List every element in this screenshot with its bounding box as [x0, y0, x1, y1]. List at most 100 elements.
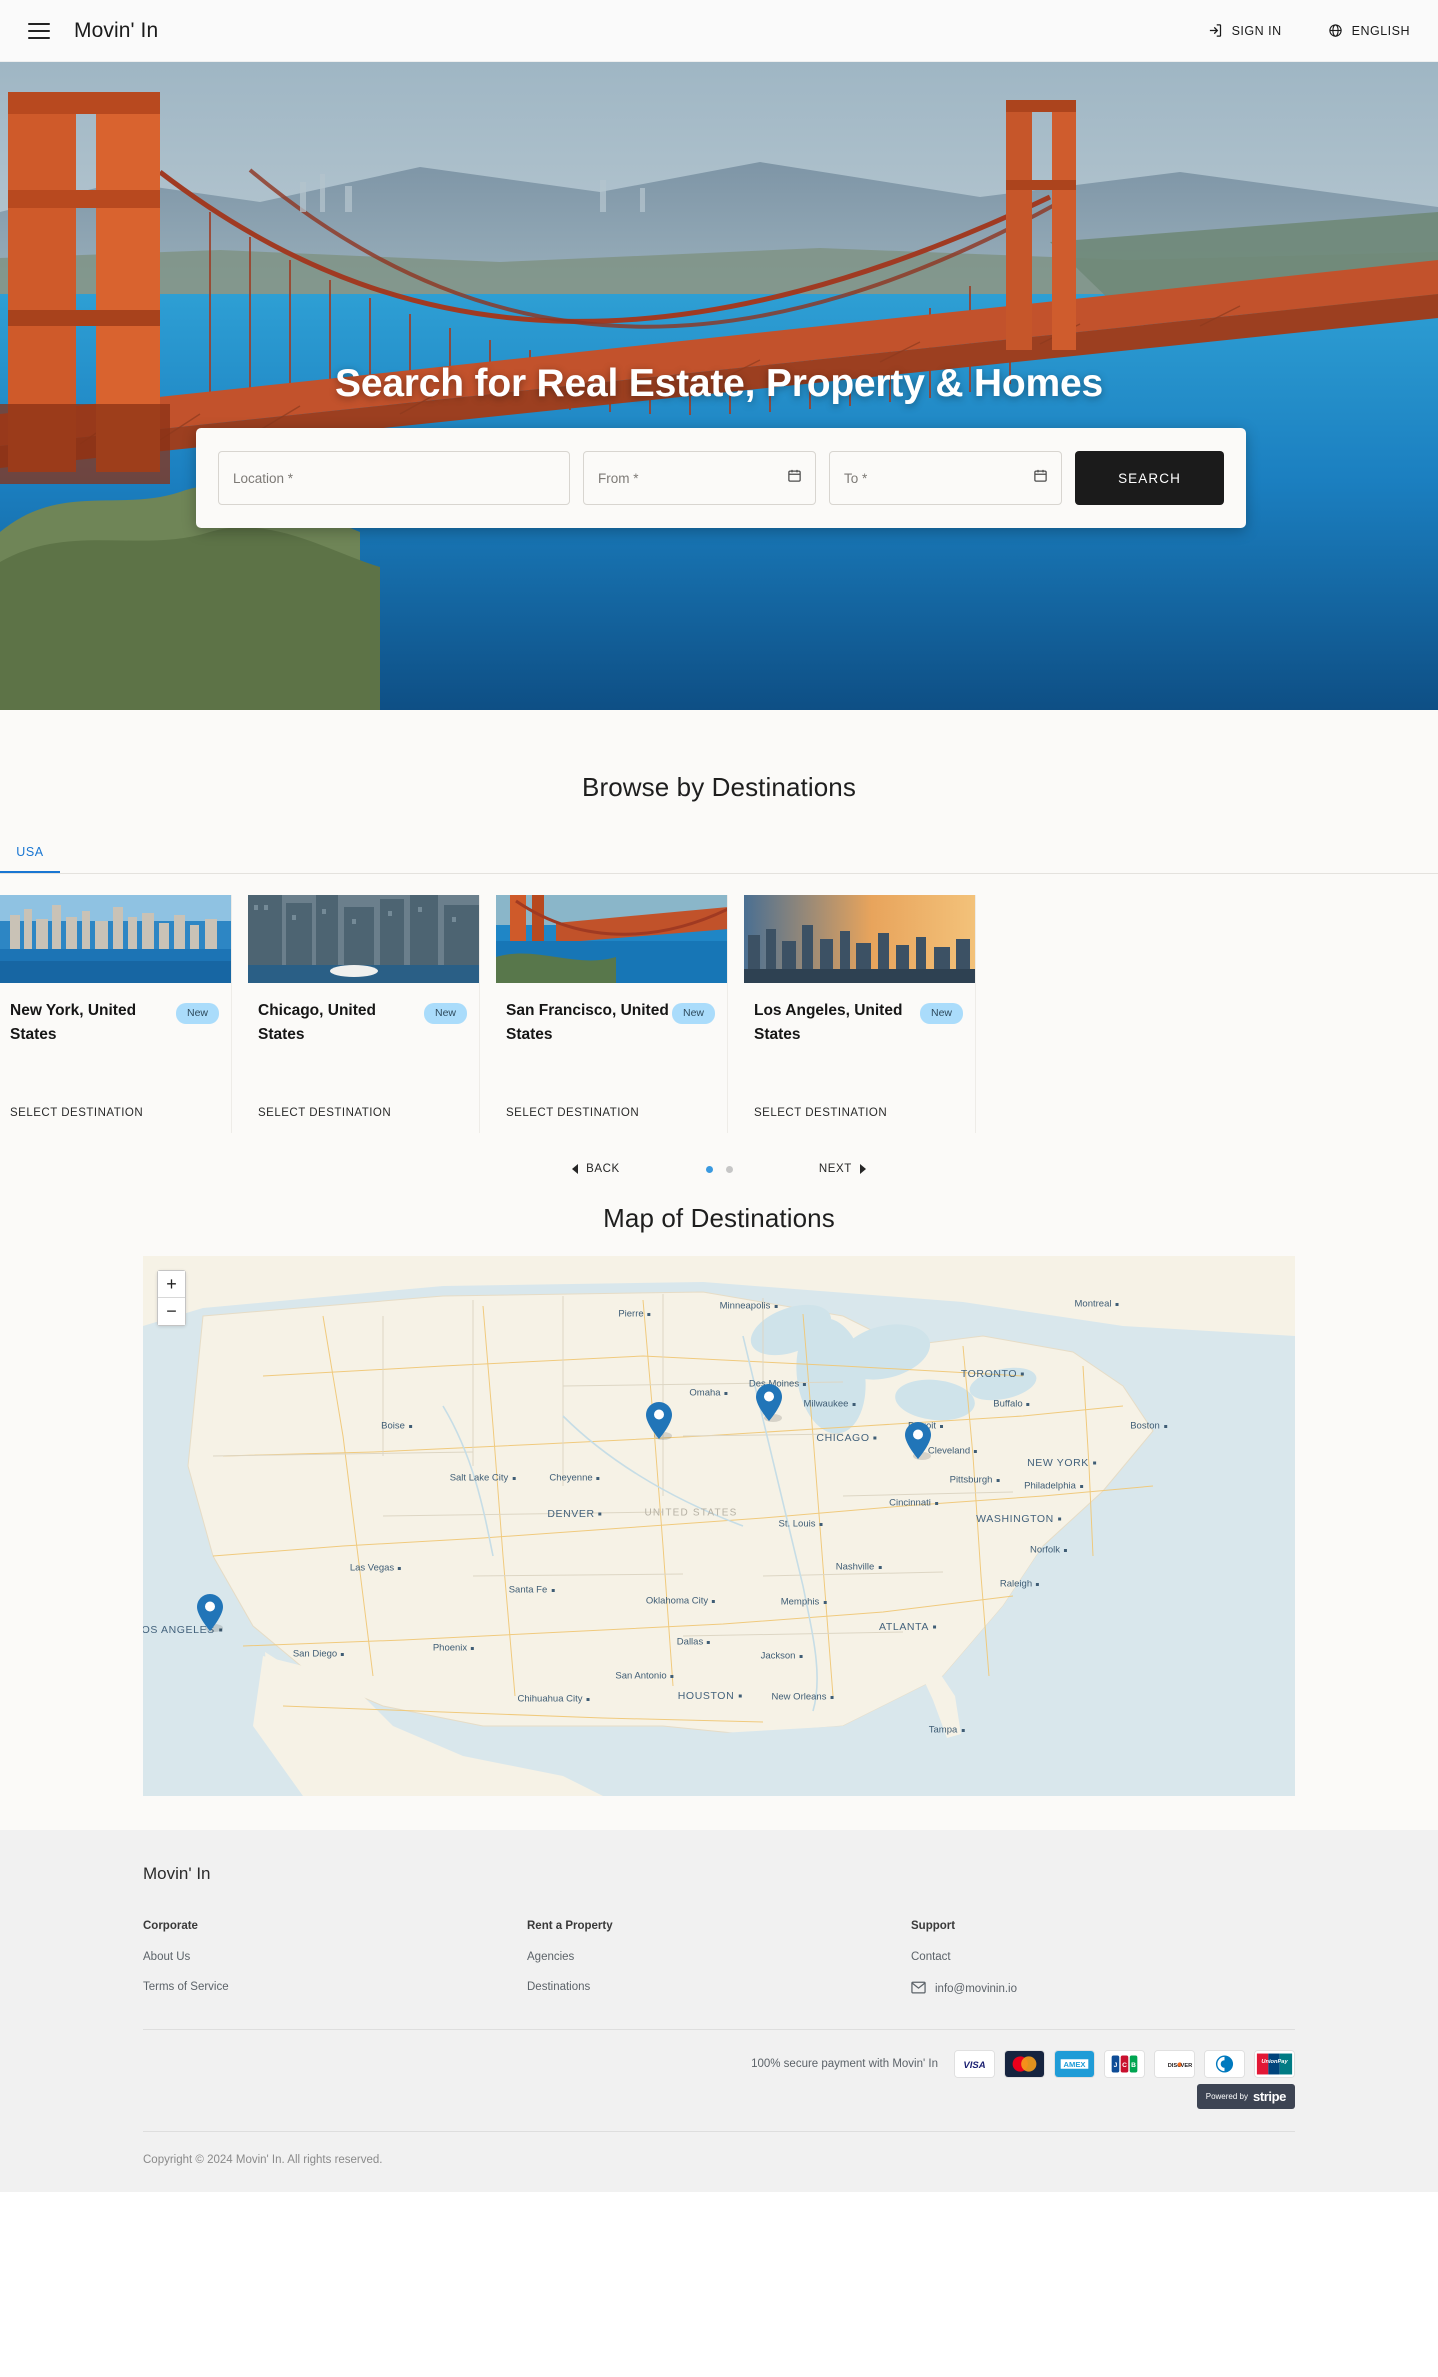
- footer-link-terms-of-service[interactable]: Terms of Service: [143, 1981, 527, 1993]
- map-city-label: Dallas: [676, 1636, 704, 1648]
- hero-section: Search for Real Estate, Property & Homes: [0, 62, 1438, 710]
- hamburger-menu-icon[interactable]: [28, 22, 50, 39]
- login-icon: [1208, 23, 1223, 38]
- destination-image: [0, 895, 231, 983]
- footer-link-agencies[interactable]: Agencies: [527, 1951, 911, 1963]
- svg-text:B: B: [1131, 2062, 1136, 2069]
- map-city-label: Las Vegas: [349, 1562, 395, 1574]
- carousel-dot-1[interactable]: [705, 1165, 713, 1173]
- footer-email-text: info@movinin.io: [935, 1983, 1017, 1995]
- stripe-badge-row: Powered by stripe: [143, 2084, 1295, 2131]
- cleveland-marker[interactable]: [755, 1383, 783, 1428]
- header-actions: SIGN IN ENGLISH: [1208, 23, 1410, 38]
- map-city-label: Philadelphia: [1024, 1480, 1076, 1492]
- destination-card[interactable]: Los Angeles, United States New SELECT DE…: [744, 895, 976, 1133]
- chevron-right-icon: [859, 1164, 866, 1174]
- map-zoom-controls: + −: [157, 1270, 186, 1326]
- destination-card[interactable]: New York, United States New SELECT DESTI…: [0, 895, 232, 1133]
- sign-in-button[interactable]: SIGN IN: [1208, 23, 1282, 38]
- calendar-icon[interactable]: [1033, 468, 1048, 489]
- svg-text:C: C: [1122, 2062, 1127, 2069]
- top-header: Movin' In SIGN IN ENGLISH: [0, 0, 1438, 62]
- footer-link-contact[interactable]: Contact: [911, 1951, 1295, 1963]
- map-city-label: UNITED STATES: [644, 1507, 738, 1519]
- hero-title: Search for Real Estate, Property & Homes: [335, 362, 1103, 405]
- destinations-map[interactable]: + − MontrealTORONTOBuffaloBostonDetroitC…: [143, 1256, 1295, 1796]
- language-button[interactable]: ENGLISH: [1328, 23, 1410, 38]
- location-field[interactable]: [218, 451, 570, 505]
- status-badge: New: [423, 1003, 467, 1024]
- footer-heading: Corporate: [143, 1920, 198, 1932]
- footer-email-link[interactable]: info@movinin.io: [911, 1981, 1295, 1997]
- secure-payment-note: 100% secure payment with Movin' In: [751, 2058, 938, 2070]
- map-city-label: San Diego: [292, 1648, 338, 1660]
- footer-link-destinations[interactable]: Destinations: [527, 1981, 911, 1993]
- to-date-field[interactable]: [829, 451, 1062, 505]
- footer-heading: Support: [911, 1920, 956, 1932]
- map-city-label: HOUSTON: [677, 1690, 735, 1702]
- map-city-label: New Orleans: [771, 1691, 827, 1703]
- footer-link-about-us[interactable]: About Us: [143, 1951, 527, 1963]
- map-city-label: St. Louis: [778, 1518, 816, 1530]
- location-input[interactable]: [233, 470, 555, 486]
- carousel-dot-2[interactable]: [725, 1165, 733, 1173]
- next-label: NEXT: [818, 1163, 852, 1175]
- map-zoom-out-button[interactable]: −: [158, 1298, 185, 1325]
- chicago-marker[interactable]: [645, 1401, 673, 1446]
- map-city-label: Tampa: [928, 1724, 958, 1736]
- map-city-label: San Antonio: [615, 1670, 667, 1682]
- select-destination-button[interactable]: SELECT DESTINATION: [754, 1107, 887, 1119]
- footer-brand: Movin' In: [143, 1864, 211, 1883]
- los-angeles-marker[interactable]: [196, 1593, 224, 1638]
- map-city-label: Chihuahua City: [517, 1693, 583, 1705]
- carousel-back-button[interactable]: BACK: [572, 1163, 620, 1175]
- destination-name: New York, United States: [10, 1002, 137, 1044]
- footer-heading: Rent a Property: [527, 1920, 613, 1932]
- from-date-input[interactable]: [598, 470, 801, 486]
- search-button[interactable]: SEARCH: [1075, 451, 1224, 505]
- new-york-marker[interactable]: [904, 1421, 932, 1466]
- svg-text:VISA: VISA: [963, 2060, 985, 2071]
- footer-column-rent-a-property: Rent a Property Agencies Destinations: [527, 1920, 911, 2015]
- footer-column-corporate: Corporate About Us Terms of Service: [143, 1920, 527, 2015]
- select-destination-button[interactable]: SELECT DESTINATION: [506, 1107, 639, 1119]
- svg-text:UnionPay: UnionPay: [1261, 2059, 1288, 2065]
- to-date-input[interactable]: [844, 470, 1047, 486]
- select-destination-button[interactable]: SELECT DESTINATION: [10, 1107, 143, 1119]
- visa-icon: VISA: [954, 2050, 995, 2078]
- footer-column-support: Support Contact info@movinin.io: [911, 1920, 1295, 2015]
- sign-in-label: SIGN IN: [1231, 23, 1282, 38]
- map-section: Map of Destinations + − Montreal TORONTO…: [0, 1203, 1438, 1830]
- status-badge: New: [671, 1003, 715, 1024]
- destination-card[interactable]: Chicago, United States New SELECT DESTIN…: [248, 895, 480, 1133]
- svg-text:J: J: [1114, 2062, 1118, 2069]
- page-footer: Movin' In Corporate About Us Terms of Se…: [0, 1830, 1438, 2192]
- stripe-name: stripe: [1252, 2089, 1286, 2104]
- carousel-dots: [705, 1165, 733, 1173]
- destination-card[interactable]: San Francisco, United States New SELECT …: [496, 895, 728, 1133]
- destination-name: Los Angeles, United States: [754, 1002, 903, 1044]
- carousel-pagination: BACK NEXT: [0, 1163, 1438, 1175]
- destination-name: Chicago, United States: [258, 1002, 376, 1044]
- map-city-label: Cheyenne: [549, 1472, 593, 1484]
- calendar-icon[interactable]: [787, 468, 802, 489]
- map-city-label: Milwaukee: [803, 1398, 849, 1410]
- chevron-left-icon: [572, 1164, 579, 1174]
- destinations-title: Browse by Destinations: [582, 772, 856, 802]
- destination-cards-carousel[interactable]: New York, United States New SELECT DESTI…: [0, 895, 1438, 1133]
- select-destination-button[interactable]: SELECT DESTINATION: [258, 1107, 391, 1119]
- brand-title: Movin' In: [74, 18, 159, 42]
- carousel-next-button[interactable]: NEXT: [819, 1163, 866, 1175]
- map-city-label: Norfolk: [1029, 1544, 1061, 1556]
- map-zoom-in-button[interactable]: +: [158, 1271, 185, 1298]
- from-date-field[interactable]: [583, 451, 816, 505]
- svg-text:VER: VER: [1181, 2063, 1193, 2069]
- discover-icon: DISC VER: [1154, 2050, 1195, 2078]
- destinations-section: Browse by Destinations USA New York, Uni…: [0, 710, 1438, 1203]
- map-city-label: Omaha: [689, 1387, 721, 1399]
- tab-usa[interactable]: USA: [0, 845, 60, 873]
- footer-link-columns: Corporate About Us Terms of Service Rent…: [143, 1920, 1295, 2015]
- destination-image: [248, 895, 479, 983]
- map-city-label: Buffalo: [993, 1398, 1023, 1410]
- map-city-label: Salt Lake City: [449, 1472, 509, 1484]
